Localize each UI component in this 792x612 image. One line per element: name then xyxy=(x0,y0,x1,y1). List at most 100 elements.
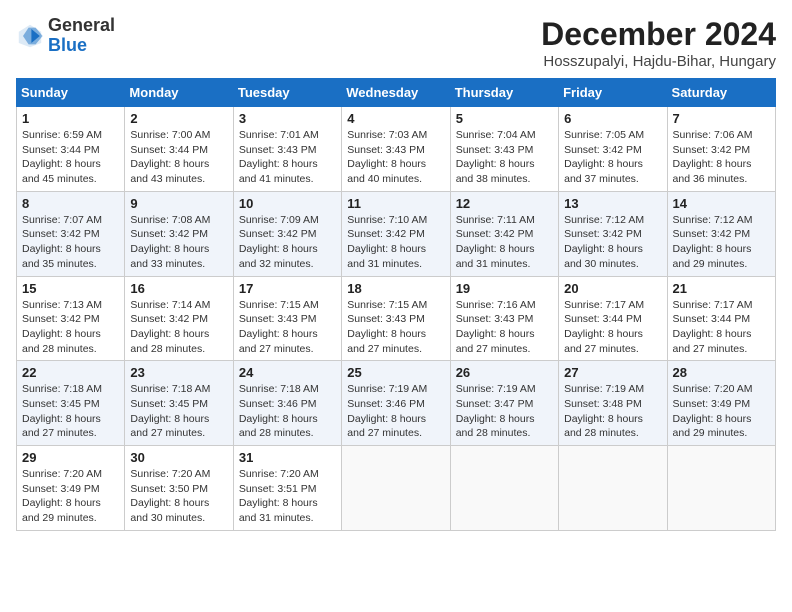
day-info: Sunrise: 7:09 AM Sunset: 3:42 PM Dayligh… xyxy=(239,213,336,272)
day-info: Sunrise: 7:15 AM Sunset: 3:43 PM Dayligh… xyxy=(239,298,336,357)
day-info: Sunrise: 7:14 AM Sunset: 3:42 PM Dayligh… xyxy=(130,298,227,357)
day-number: 8 xyxy=(22,196,119,211)
calendar-day-cell: 6 Sunrise: 7:05 AM Sunset: 3:42 PM Dayli… xyxy=(559,107,667,192)
calendar-day-cell: 13 Sunrise: 7:12 AM Sunset: 3:42 PM Dayl… xyxy=(559,191,667,276)
day-info: Sunrise: 7:17 AM Sunset: 3:44 PM Dayligh… xyxy=(564,298,661,357)
day-number: 15 xyxy=(22,281,119,296)
day-info: Sunrise: 7:19 AM Sunset: 3:48 PM Dayligh… xyxy=(564,382,661,441)
day-number: 5 xyxy=(456,111,553,126)
day-number: 24 xyxy=(239,365,336,380)
day-info: Sunrise: 7:11 AM Sunset: 3:42 PM Dayligh… xyxy=(456,213,553,272)
calendar-day-cell: 8 Sunrise: 7:07 AM Sunset: 3:42 PM Dayli… xyxy=(17,191,125,276)
day-info: Sunrise: 7:17 AM Sunset: 3:44 PM Dayligh… xyxy=(673,298,770,357)
day-info: Sunrise: 7:19 AM Sunset: 3:47 PM Dayligh… xyxy=(456,382,553,441)
day-number: 19 xyxy=(456,281,553,296)
calendar-day-cell: 30 Sunrise: 7:20 AM Sunset: 3:50 PM Dayl… xyxy=(125,446,233,531)
calendar-day-cell xyxy=(667,446,775,531)
calendar-day-cell: 22 Sunrise: 7:18 AM Sunset: 3:45 PM Dayl… xyxy=(17,361,125,446)
calendar-day-cell: 4 Sunrise: 7:03 AM Sunset: 3:43 PM Dayli… xyxy=(342,107,450,192)
day-info: Sunrise: 7:05 AM Sunset: 3:42 PM Dayligh… xyxy=(564,128,661,187)
day-number: 2 xyxy=(130,111,227,126)
day-number: 6 xyxy=(564,111,661,126)
day-of-week-header: Tuesday xyxy=(233,79,341,107)
logo-blue-text: Blue xyxy=(48,35,87,55)
day-number: 4 xyxy=(347,111,444,126)
calendar-day-cell: 9 Sunrise: 7:08 AM Sunset: 3:42 PM Dayli… xyxy=(125,191,233,276)
day-number: 31 xyxy=(239,450,336,465)
calendar-day-cell xyxy=(559,446,667,531)
day-number: 1 xyxy=(22,111,119,126)
day-of-week-header: Thursday xyxy=(450,79,558,107)
calendar-day-cell: 5 Sunrise: 7:04 AM Sunset: 3:43 PM Dayli… xyxy=(450,107,558,192)
day-number: 29 xyxy=(22,450,119,465)
calendar-day-cell: 28 Sunrise: 7:20 AM Sunset: 3:49 PM Dayl… xyxy=(667,361,775,446)
calendar-week-row: 29 Sunrise: 7:20 AM Sunset: 3:49 PM Dayl… xyxy=(17,446,776,531)
day-of-week-header: Saturday xyxy=(667,79,775,107)
title-area: December 2024 Hosszupalyi, Hajdu-Bihar, … xyxy=(541,16,776,70)
day-number: 12 xyxy=(456,196,553,211)
day-info: Sunrise: 7:03 AM Sunset: 3:43 PM Dayligh… xyxy=(347,128,444,187)
day-number: 11 xyxy=(347,196,444,211)
calendar-day-cell: 21 Sunrise: 7:17 AM Sunset: 3:44 PM Dayl… xyxy=(667,276,775,361)
day-info: Sunrise: 7:12 AM Sunset: 3:42 PM Dayligh… xyxy=(673,213,770,272)
day-info: Sunrise: 7:16 AM Sunset: 3:43 PM Dayligh… xyxy=(456,298,553,357)
day-info: Sunrise: 7:06 AM Sunset: 3:42 PM Dayligh… xyxy=(673,128,770,187)
day-info: Sunrise: 7:18 AM Sunset: 3:45 PM Dayligh… xyxy=(130,382,227,441)
header: General Blue December 2024 Hosszupalyi, … xyxy=(16,16,776,70)
calendar-day-cell: 17 Sunrise: 7:15 AM Sunset: 3:43 PM Dayl… xyxy=(233,276,341,361)
day-info: Sunrise: 7:07 AM Sunset: 3:42 PM Dayligh… xyxy=(22,213,119,272)
day-number: 22 xyxy=(22,365,119,380)
calendar-day-cell: 23 Sunrise: 7:18 AM Sunset: 3:45 PM Dayl… xyxy=(125,361,233,446)
day-number: 21 xyxy=(673,281,770,296)
day-info: Sunrise: 7:01 AM Sunset: 3:43 PM Dayligh… xyxy=(239,128,336,187)
day-number: 3 xyxy=(239,111,336,126)
calendar-day-cell: 31 Sunrise: 7:20 AM Sunset: 3:51 PM Dayl… xyxy=(233,446,341,531)
calendar-day-cell: 24 Sunrise: 7:18 AM Sunset: 3:46 PM Dayl… xyxy=(233,361,341,446)
day-number: 18 xyxy=(347,281,444,296)
day-number: 7 xyxy=(673,111,770,126)
calendar-day-cell: 20 Sunrise: 7:17 AM Sunset: 3:44 PM Dayl… xyxy=(559,276,667,361)
day-info: Sunrise: 7:00 AM Sunset: 3:44 PM Dayligh… xyxy=(130,128,227,187)
day-number: 13 xyxy=(564,196,661,211)
calendar-day-cell: 3 Sunrise: 7:01 AM Sunset: 3:43 PM Dayli… xyxy=(233,107,341,192)
day-info: Sunrise: 7:18 AM Sunset: 3:45 PM Dayligh… xyxy=(22,382,119,441)
day-info: Sunrise: 7:08 AM Sunset: 3:42 PM Dayligh… xyxy=(130,213,227,272)
logo: General Blue xyxy=(16,16,115,56)
calendar-week-row: 22 Sunrise: 7:18 AM Sunset: 3:45 PM Dayl… xyxy=(17,361,776,446)
calendar-day-cell: 29 Sunrise: 7:20 AM Sunset: 3:49 PM Dayl… xyxy=(17,446,125,531)
calendar-day-cell: 1 Sunrise: 6:59 AM Sunset: 3:44 PM Dayli… xyxy=(17,107,125,192)
calendar-day-cell: 18 Sunrise: 7:15 AM Sunset: 3:43 PM Dayl… xyxy=(342,276,450,361)
day-number: 16 xyxy=(130,281,227,296)
day-number: 27 xyxy=(564,365,661,380)
calendar-day-cell: 10 Sunrise: 7:09 AM Sunset: 3:42 PM Dayl… xyxy=(233,191,341,276)
logo-icon xyxy=(16,22,44,50)
day-number: 25 xyxy=(347,365,444,380)
day-info: Sunrise: 7:04 AM Sunset: 3:43 PM Dayligh… xyxy=(456,128,553,187)
day-of-week-header: Friday xyxy=(559,79,667,107)
day-of-week-header: Sunday xyxy=(17,79,125,107)
calendar-day-cell: 16 Sunrise: 7:14 AM Sunset: 3:42 PM Dayl… xyxy=(125,276,233,361)
day-number: 28 xyxy=(673,365,770,380)
day-info: Sunrise: 7:19 AM Sunset: 3:46 PM Dayligh… xyxy=(347,382,444,441)
calendar-day-cell: 15 Sunrise: 7:13 AM Sunset: 3:42 PM Dayl… xyxy=(17,276,125,361)
calendar-day-cell: 27 Sunrise: 7:19 AM Sunset: 3:48 PM Dayl… xyxy=(559,361,667,446)
main-title: December 2024 xyxy=(541,16,776,53)
day-number: 17 xyxy=(239,281,336,296)
day-number: 23 xyxy=(130,365,227,380)
logo-general-text: General xyxy=(48,15,115,35)
day-number: 20 xyxy=(564,281,661,296)
day-info: Sunrise: 7:20 AM Sunset: 3:50 PM Dayligh… xyxy=(130,467,227,526)
day-info: Sunrise: 7:10 AM Sunset: 3:42 PM Dayligh… xyxy=(347,213,444,272)
day-info: Sunrise: 7:13 AM Sunset: 3:42 PM Dayligh… xyxy=(22,298,119,357)
day-info: Sunrise: 7:20 AM Sunset: 3:49 PM Dayligh… xyxy=(22,467,119,526)
day-info: Sunrise: 7:20 AM Sunset: 3:49 PM Dayligh… xyxy=(673,382,770,441)
day-number: 30 xyxy=(130,450,227,465)
day-number: 10 xyxy=(239,196,336,211)
calendar-day-cell: 11 Sunrise: 7:10 AM Sunset: 3:42 PM Dayl… xyxy=(342,191,450,276)
calendar-day-cell xyxy=(450,446,558,531)
calendar-day-cell: 2 Sunrise: 7:00 AM Sunset: 3:44 PM Dayli… xyxy=(125,107,233,192)
day-number: 26 xyxy=(456,365,553,380)
calendar-week-row: 15 Sunrise: 7:13 AM Sunset: 3:42 PM Dayl… xyxy=(17,276,776,361)
calendar-day-cell: 26 Sunrise: 7:19 AM Sunset: 3:47 PM Dayl… xyxy=(450,361,558,446)
calendar-week-row: 1 Sunrise: 6:59 AM Sunset: 3:44 PM Dayli… xyxy=(17,107,776,192)
